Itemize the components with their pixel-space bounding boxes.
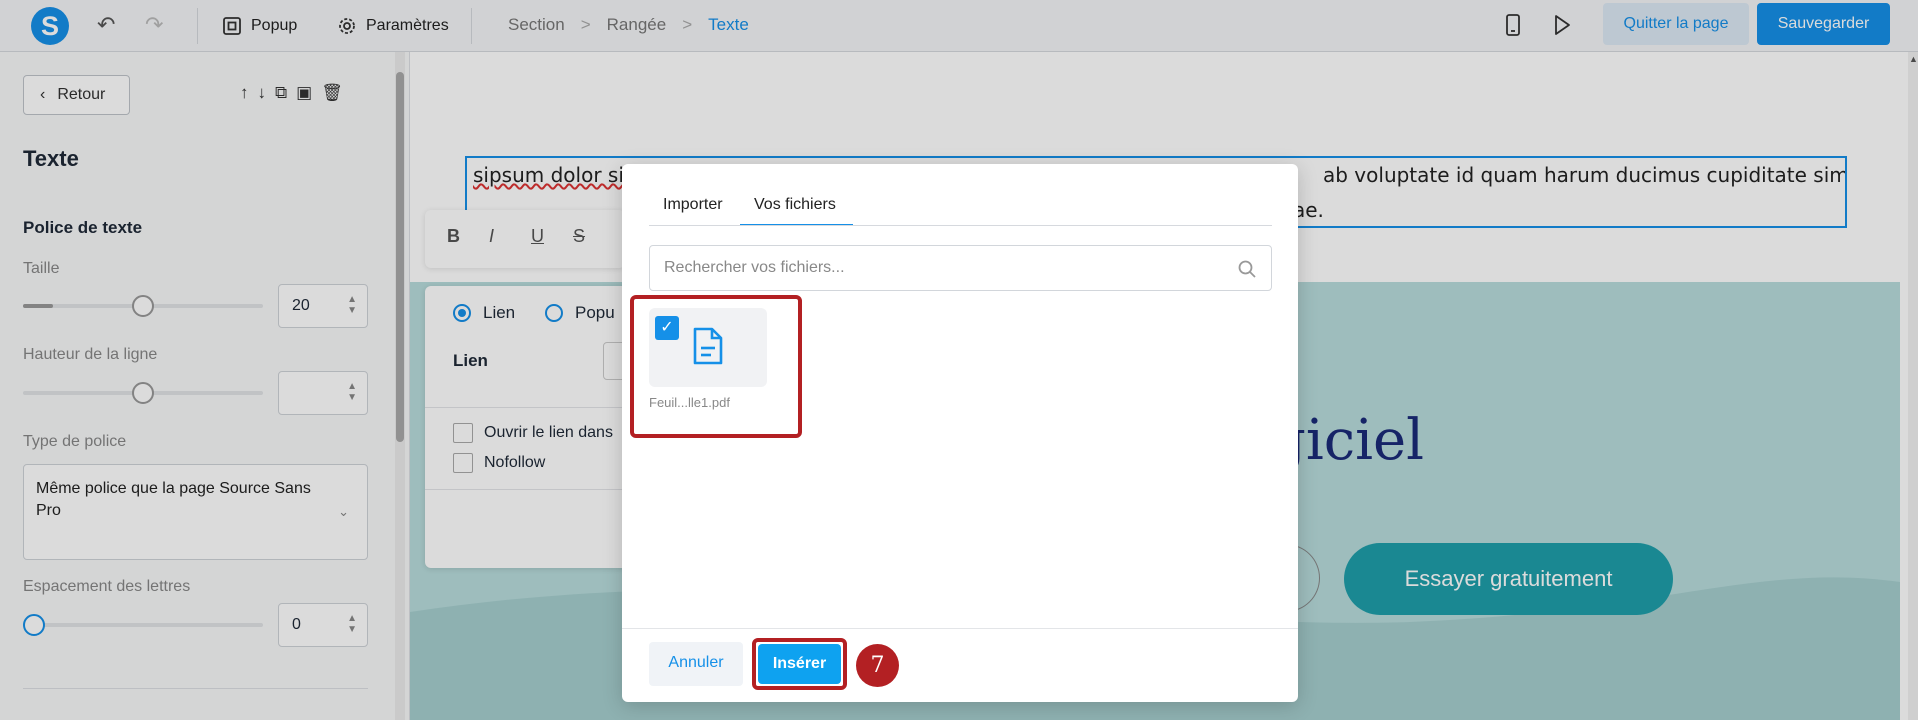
file-tile[interactable]: ✓ <box>649 308 767 387</box>
checkbox-checked-icon[interactable]: ✓ <box>655 316 679 340</box>
step-number-badge: 7 <box>856 644 899 687</box>
file-picker-modal: Importer Vos fichiers Rechercher vos fic… <box>622 164 1298 702</box>
tab-import[interactable]: Importer <box>663 195 723 215</box>
document-icon <box>693 327 723 365</box>
insert-button[interactable]: Insérer <box>758 644 841 684</box>
footer-divider <box>622 628 1298 629</box>
file-name: Feuil...lle1.pdf <box>649 395 730 410</box>
search-icon <box>1238 260 1256 278</box>
search-input[interactable]: Rechercher vos fichiers... <box>649 245 1272 291</box>
tabs-divider <box>649 225 1272 226</box>
tab-your-files[interactable]: Vos fichiers <box>754 195 836 215</box>
cancel-button[interactable]: Annuler <box>649 642 743 686</box>
search-placeholder: Rechercher vos fichiers... <box>664 259 845 276</box>
